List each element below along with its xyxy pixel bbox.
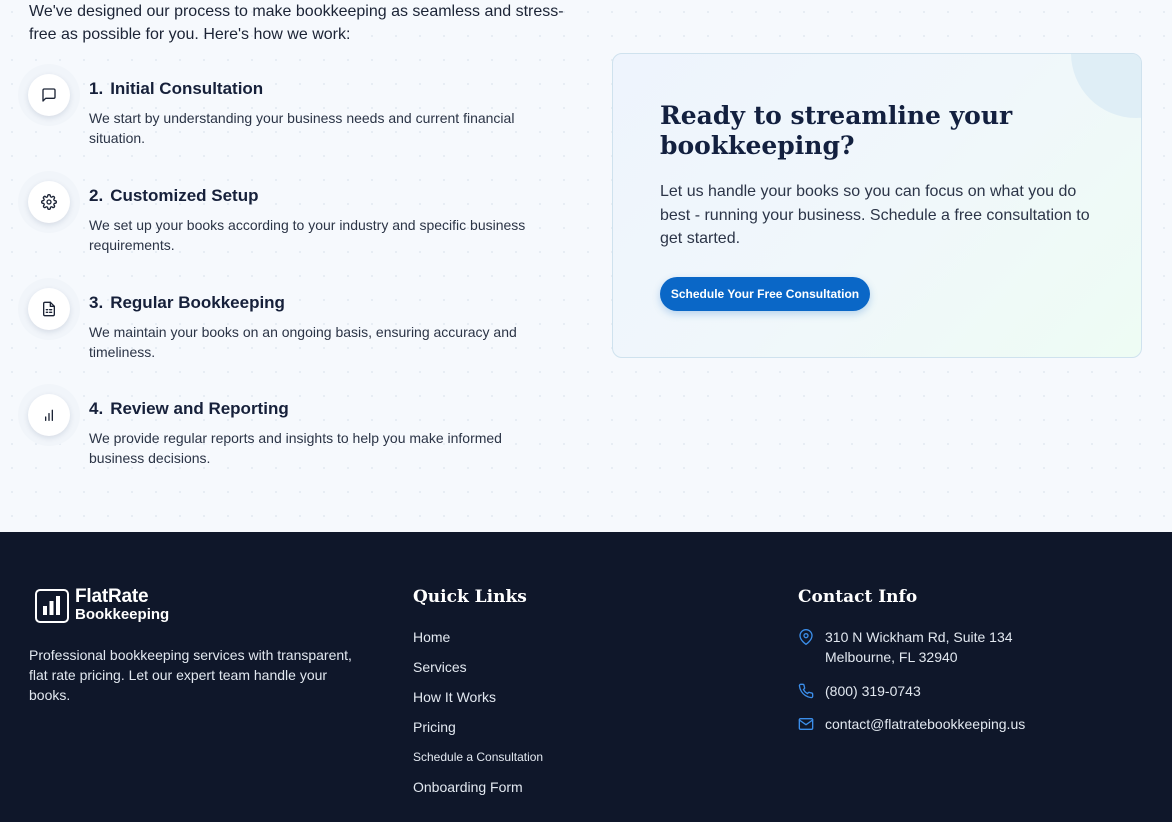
process-section: We've designed our process to make bookk…	[0, 0, 1172, 532]
contact-email[interactable]: contact@flatratebookkeeping.us	[798, 714, 1025, 737]
process-step-reporting: 4. Review and Reporting We provide regula…	[18, 384, 578, 484]
page: We've designed our process to make bookk…	[0, 0, 1172, 822]
logo-text-secondary: Bookkeeping	[75, 606, 170, 623]
footer-link-schedule[interactable]: Schedule a Consultation	[413, 748, 543, 778]
step-description: We provide regular reports and insights …	[89, 430, 502, 466]
phone-number: (800) 319-0743	[825, 683, 921, 699]
step-title: 3. Regular Bookkeeping	[89, 293, 285, 313]
footer: FlatRate Bookkeeping Professional bookke…	[0, 532, 1172, 822]
step-title-text: Customized Setup	[110, 186, 259, 205]
step-icon-wrapper	[18, 384, 80, 446]
address-line-1: 310 N Wickham Rd, Suite 134	[825, 629, 1013, 645]
footer-link-services[interactable]: Services	[413, 658, 543, 688]
cta-card: Ready to streamline your bookkeeping? Le…	[612, 53, 1142, 358]
step-number: 4.	[89, 399, 104, 418]
contact-address: 310 N Wickham Rd, Suite 134 Melbourne, F…	[798, 627, 1013, 667]
gear-icon	[41, 194, 57, 210]
step-title-text: Regular Bookkeeping	[110, 293, 285, 312]
process-step-bookkeeping: 3. Regular Bookkeeping We maintain your b…	[18, 278, 578, 378]
process-intro: We've designed our process to make bookk…	[29, 3, 564, 43]
address-line-2: Melbourne, FL 32940	[825, 649, 958, 665]
contact-info-title: Contact Info	[798, 587, 918, 607]
footer-link-home[interactable]: Home	[413, 628, 543, 658]
step-icon-wrapper	[18, 64, 80, 126]
step-title-text: Review and Reporting	[110, 399, 289, 418]
footer-description: Professional bookkeeping services with t…	[29, 647, 352, 703]
process-step-consultation: 1. Initial Consultation We start by under…	[18, 64, 578, 164]
step-title: 1. Initial Consultation	[89, 79, 263, 99]
document-icon	[43, 301, 55, 317]
step-description: We set up your books according to your i…	[89, 217, 526, 253]
step-number: 1.	[89, 79, 104, 98]
logo-icon	[35, 589, 69, 623]
step-icon-wrapper	[18, 278, 80, 340]
quick-links-list: Home Services How It Works Pricing Sched…	[413, 628, 543, 808]
step-title: 2. Customized Setup	[89, 186, 258, 206]
phone-icon	[798, 681, 825, 704]
email-address: contact@flatratebookkeeping.us	[825, 716, 1026, 732]
mail-icon	[798, 714, 825, 737]
step-description: We maintain your books on an ongoing bas…	[89, 324, 517, 360]
quick-links-title: Quick Links	[413, 587, 527, 607]
logo-text-primary: FlatRate	[75, 586, 149, 607]
step-number: 2.	[89, 186, 104, 205]
footer-link-pricing[interactable]: Pricing	[413, 718, 543, 748]
step-title: 4. Review and Reporting	[89, 399, 289, 419]
step-title-text: Initial Consultation	[110, 79, 264, 98]
contact-phone[interactable]: (800) 319-0743	[798, 681, 921, 704]
process-step-setup: 2. Customized Setup We set up your books …	[18, 171, 578, 271]
footer-link-onboarding[interactable]: Onboarding Form	[413, 778, 543, 808]
chat-icon	[42, 88, 56, 102]
decorative-circle	[1071, 54, 1141, 118]
cta-title: Ready to streamline your bookkeeping?	[660, 101, 1013, 160]
footer-link-how-it-works[interactable]: How It Works	[413, 688, 543, 718]
step-description: We start by understanding your business …	[89, 110, 515, 146]
schedule-consultation-button[interactable]: Schedule Your Free Consultation	[660, 277, 870, 311]
bar-chart-logo-icon	[43, 596, 60, 615]
logo[interactable]: FlatRate Bookkeeping	[35, 586, 185, 624]
map-pin-icon	[798, 627, 825, 667]
step-number: 3.	[89, 293, 104, 312]
cta-text: Let us handle your books so you can focu…	[660, 183, 1090, 247]
step-icon-wrapper	[18, 171, 80, 233]
bar-chart-icon	[45, 409, 53, 421]
